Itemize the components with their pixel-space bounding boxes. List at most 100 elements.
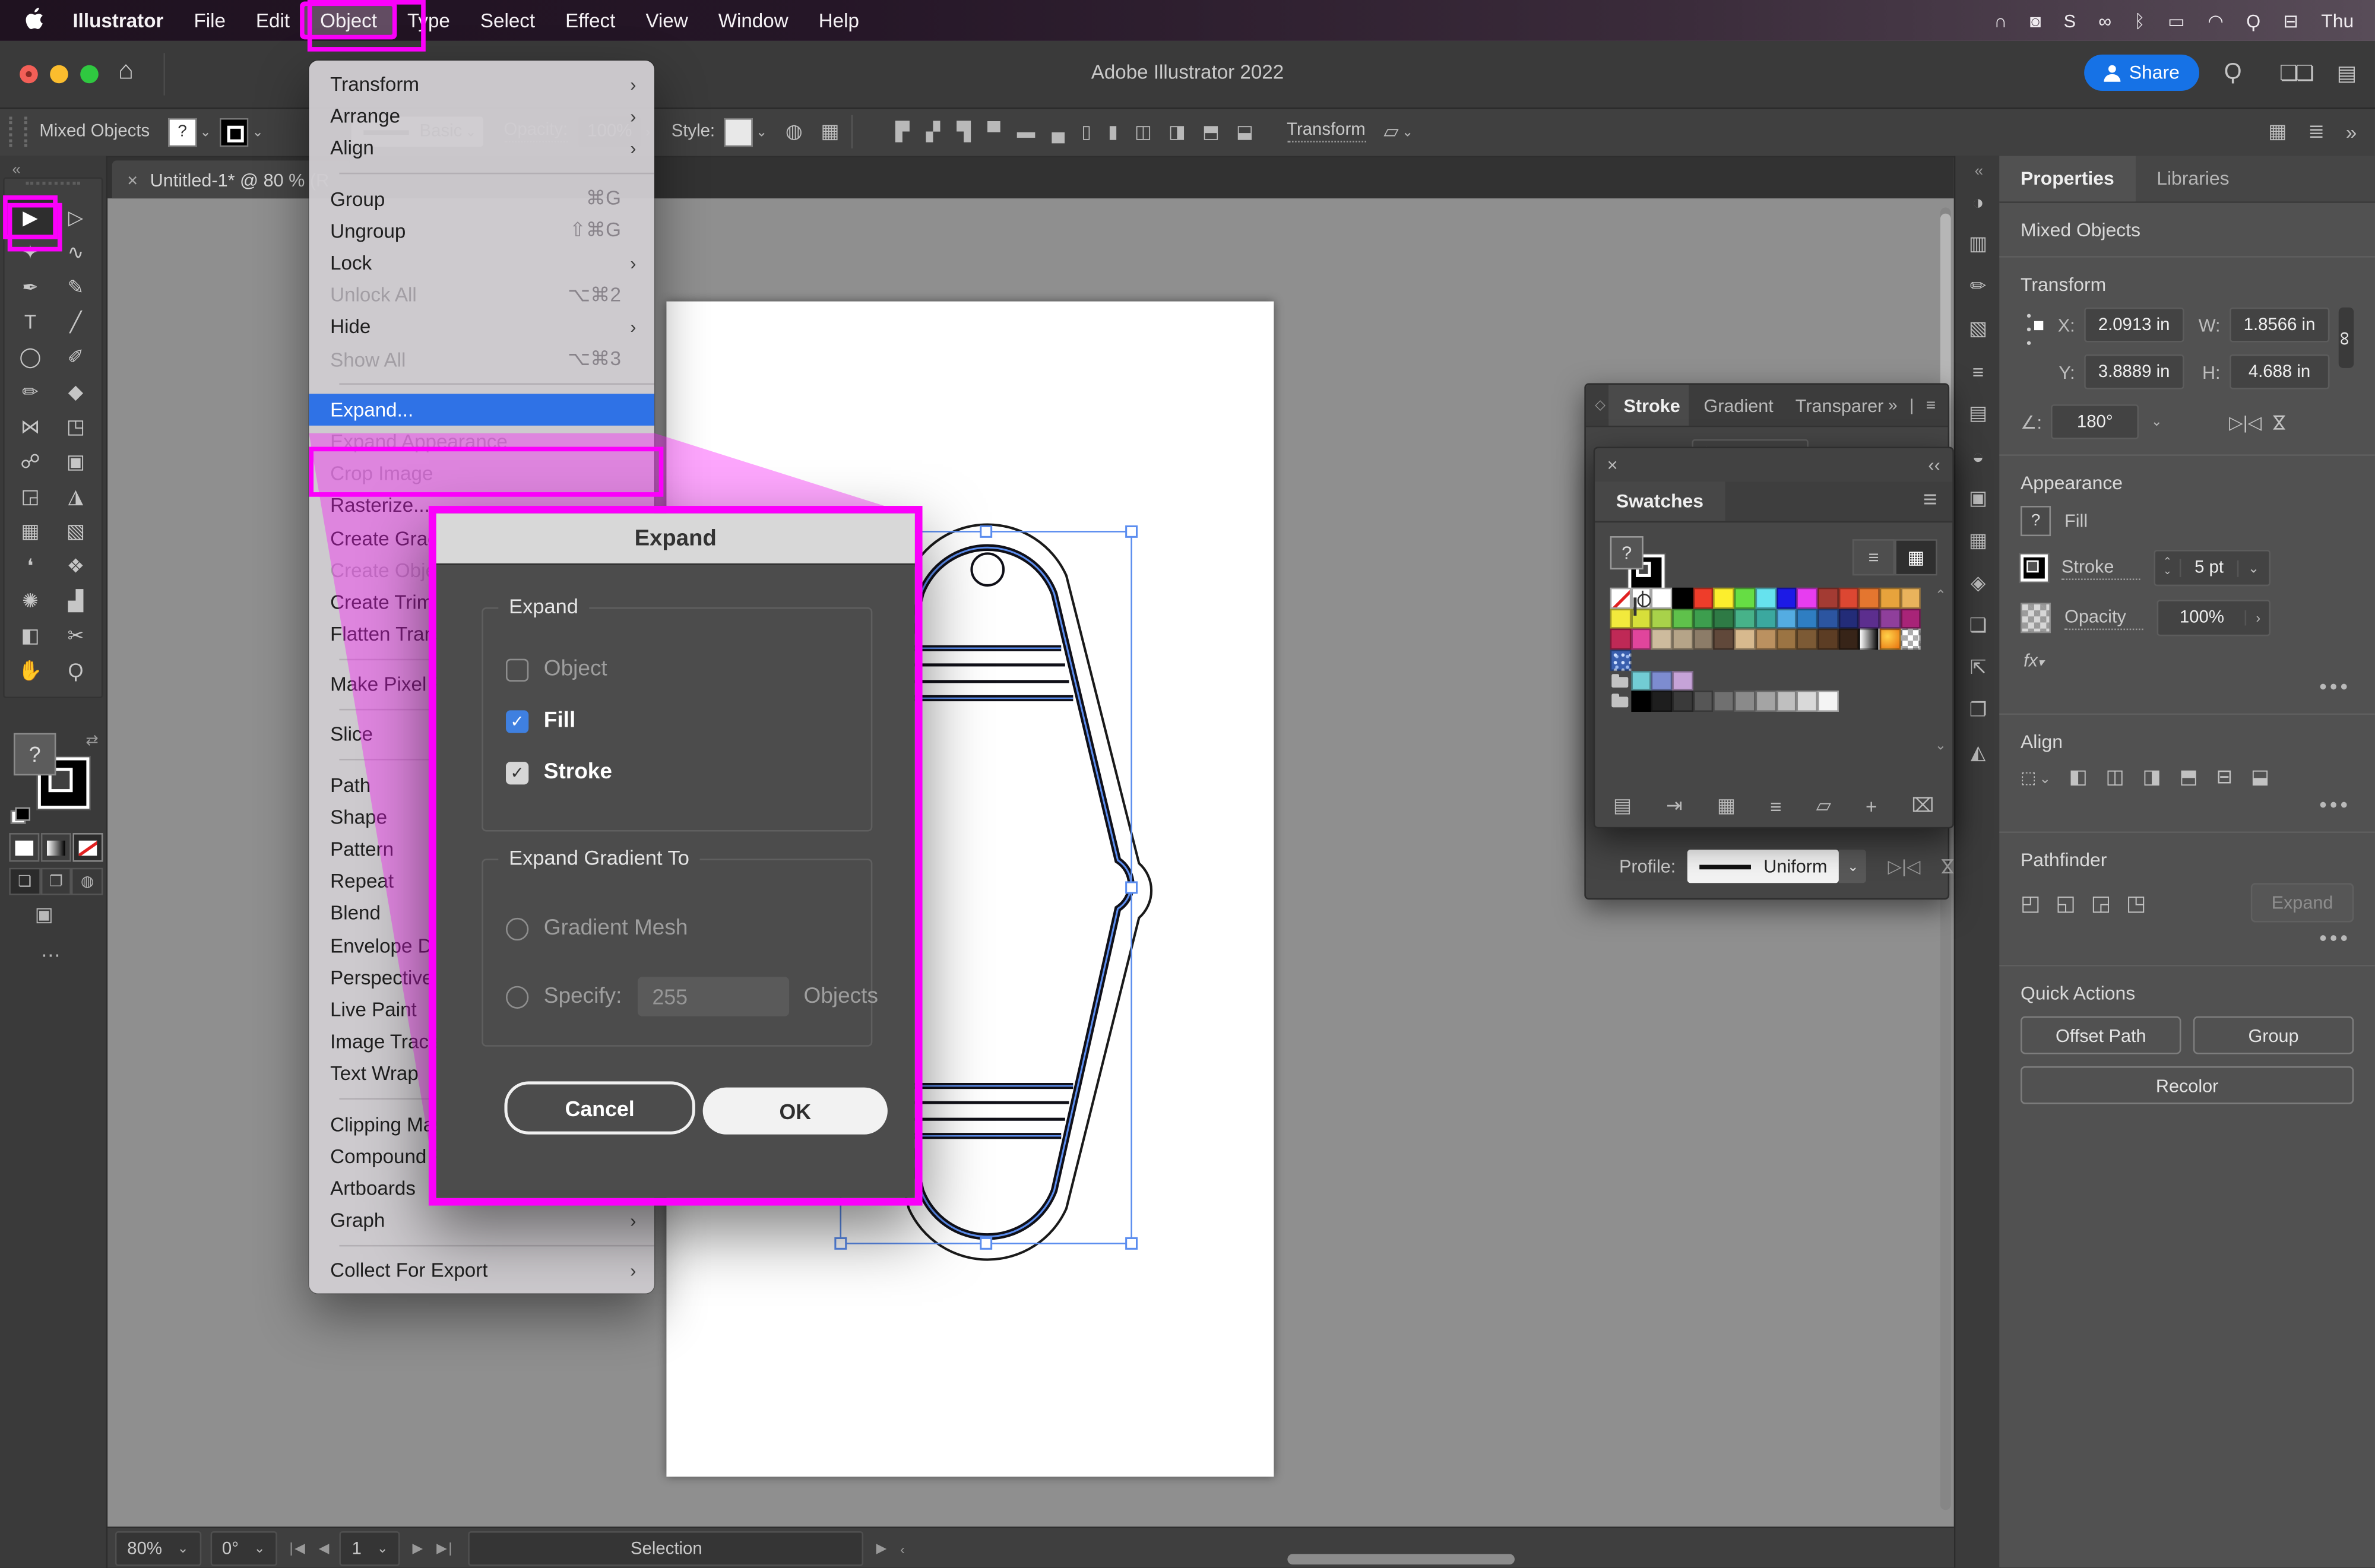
offset-path-button[interactable]: Offset Path [2021, 1016, 2181, 1054]
workspace-switch-icon[interactable]: ≣ [2308, 120, 2325, 144]
pathfinder-more-icon[interactable]: ••• [2021, 926, 2351, 950]
pathfinder-unite-icon[interactable]: ◰ [2021, 890, 2041, 916]
tab-gradient[interactable]: Gradient [1689, 385, 1780, 426]
swatch-gray-1[interactable] [1652, 691, 1673, 712]
line-segment-tool[interactable]: ╱ [53, 305, 99, 340]
swatch-yellow-2[interactable] [1610, 609, 1631, 629]
stroke-panel-icon[interactable]: ✏ [1955, 265, 2001, 307]
shape-builder-tool[interactable]: ◲ [8, 479, 53, 514]
next-artboard-button[interactable]: ▶ [413, 1540, 425, 1557]
eraser-tool[interactable]: ◆ [53, 374, 99, 409]
zoom-tool[interactable]: Ϙ [53, 652, 99, 688]
swap-fill-stroke-icon[interactable]: ⇄ [86, 733, 98, 750]
shield-s-icon[interactable]: S [2064, 10, 2076, 31]
swatch-light-amber[interactable] [1901, 588, 1921, 609]
appearance-panel-icon[interactable]: ▤ [1955, 392, 2001, 435]
swatch-gray-6[interactable] [1755, 691, 1776, 712]
swatch-green[interactable] [1734, 588, 1755, 609]
swatch-scrollbar[interactable]: ⌃⌄ [1935, 588, 1946, 755]
swatch-red-violet[interactable] [1901, 609, 1921, 629]
swatch-gray-4[interactable] [1714, 691, 1734, 712]
swatch-blue[interactable] [1776, 588, 1797, 609]
align-top-icon[interactable]: ▀ [987, 121, 1000, 142]
align-right-icon[interactable]: ◨ [2143, 765, 2161, 789]
chevron-down-icon[interactable]: ⌄ [252, 123, 264, 140]
height-field[interactable]: 4.688 in [2230, 354, 2329, 389]
free-transform-tool[interactable]: ▣ [53, 444, 99, 479]
tab-stroke[interactable]: Stroke [1608, 385, 1689, 426]
artboard-tool[interactable]: ◧ [8, 618, 53, 653]
mesh-tool[interactable]: ▦ [8, 514, 53, 549]
flip-vertical-icon[interactable]: ⋈ [2269, 413, 2291, 431]
swatch-magenta[interactable] [1797, 588, 1817, 609]
crop-image[interactable]: Crop Image [309, 458, 654, 490]
effect[interactable]: Effect [550, 6, 631, 34]
delete-swatch-icon[interactable]: ⌧ [1911, 794, 1934, 818]
color-panel-icon[interactable]: ◑ [1955, 180, 2001, 223]
swatch-registration[interactable] [1631, 588, 1652, 609]
align-left-icon[interactable]: ▛ [895, 121, 910, 142]
swatch-gray-8[interactable] [1797, 691, 1817, 712]
arrange-docs-icon[interactable]: ▦ [2268, 120, 2287, 144]
comments-panel-icon[interactable]: ◭ [1955, 731, 2001, 774]
swatch-black[interactable] [1672, 588, 1693, 609]
specify-label[interactable]: Specify: [544, 984, 622, 1009]
swatch-darkest-brown[interactable] [1838, 629, 1859, 650]
workspace-icon[interactable]: ▤ [2337, 61, 2357, 86]
apple-logo-icon[interactable] [12, 6, 58, 34]
unlock-all[interactable]: Unlock All ⌥⌘2 [309, 279, 654, 311]
grid-view-icon[interactable]: ▦ [1895, 539, 1937, 575]
swatch-yellow[interactable] [1714, 588, 1734, 609]
flip-horizontal-icon[interactable]: ▷|◁ [2229, 411, 2262, 433]
tools-panel-grip[interactable] [26, 182, 80, 197]
swatch-light-tan[interactable] [1734, 629, 1755, 650]
swatch-gray-9[interactable] [1817, 691, 1838, 712]
object-checkbox-label[interactable]: Object [544, 657, 607, 682]
swatch-gray-2[interactable] [1672, 691, 1693, 712]
selection-tool[interactable]: ▶ [8, 200, 53, 235]
stroke-label[interactable]: Stroke [2062, 556, 2140, 580]
swatch-sea-green[interactable] [1734, 609, 1755, 629]
stroke-color-swatch[interactable] [2021, 555, 2048, 582]
swatch-tan-2[interactable] [1755, 629, 1776, 650]
close-icon[interactable]: × [1607, 454, 1618, 476]
collect-for-export[interactable]: Collect For Export › [309, 1255, 654, 1287]
swatch-light-green[interactable] [1652, 609, 1673, 629]
transform-link[interactable]: Transform [1287, 121, 1366, 142]
bluetooth-icon[interactable]: ᛒ [2134, 10, 2145, 31]
draw-behind-icon[interactable]: ❐ [40, 868, 72, 895]
scale-tool[interactable]: ◳ [53, 409, 99, 444]
object-checkbox[interactable] [506, 658, 528, 680]
window[interactable]: Window [703, 6, 803, 34]
align-hcenter-icon[interactable]: ▞ [926, 121, 940, 142]
swatch-dark-blue[interactable] [1817, 609, 1838, 629]
chevron-down-icon[interactable]: ⌄ [1402, 123, 1413, 140]
stepper-up-down-icon[interactable]: ⌃⌄ [2155, 559, 2181, 577]
brushes-panel-icon[interactable]: ◈ [1955, 562, 2001, 604]
align-bottom-icon[interactable]: ▄ [1052, 121, 1065, 142]
swatch-gray-7[interactable] [1776, 691, 1797, 712]
transform-panel-icon[interactable]: ▱ [1383, 120, 1399, 144]
curvature-tool[interactable]: ✎ [53, 270, 99, 305]
file[interactable]: File [179, 6, 240, 34]
tab-swatches[interactable]: Swatches [1595, 482, 1725, 521]
collapse-icon[interactable]: ‹‹ [1928, 454, 1940, 476]
toolbar-more-icon[interactable]: ⋯ [41, 943, 62, 968]
swatch-options-icon[interactable]: ≡ [1770, 794, 1781, 817]
share-button[interactable]: Share [2083, 55, 2199, 91]
transparency-panel-icon[interactable]: ▦ [1955, 520, 2001, 562]
libraries[interactable]: Libraries [2136, 156, 2251, 202]
last-artboard-button[interactable]: ▶| [436, 1540, 454, 1557]
distribute-4-icon[interactable]: ◨ [1168, 121, 1186, 142]
tab-close-icon[interactable]: × [127, 169, 138, 190]
puppet-warp-tool[interactable]: ☍ [8, 444, 53, 479]
y-position-field[interactable]: 3.8889 in [2084, 354, 2184, 389]
artboards-panel-icon[interactable]: ❐ [1955, 689, 2001, 731]
chevron-down-icon[interactable]: ⌄ [2237, 560, 2268, 576]
graphic-styles-icon[interactable]: ◒ [1955, 435, 2001, 477]
swatch-taupe[interactable] [1693, 629, 1714, 650]
draw-inside-icon[interactable]: ◍ [72, 868, 103, 895]
draw-normal-icon[interactable]: ❏ [9, 868, 40, 895]
options-bar-grip[interactable] [9, 116, 27, 147]
toolbar-collapse-icon[interactable]: ‹‹ [12, 162, 19, 179]
